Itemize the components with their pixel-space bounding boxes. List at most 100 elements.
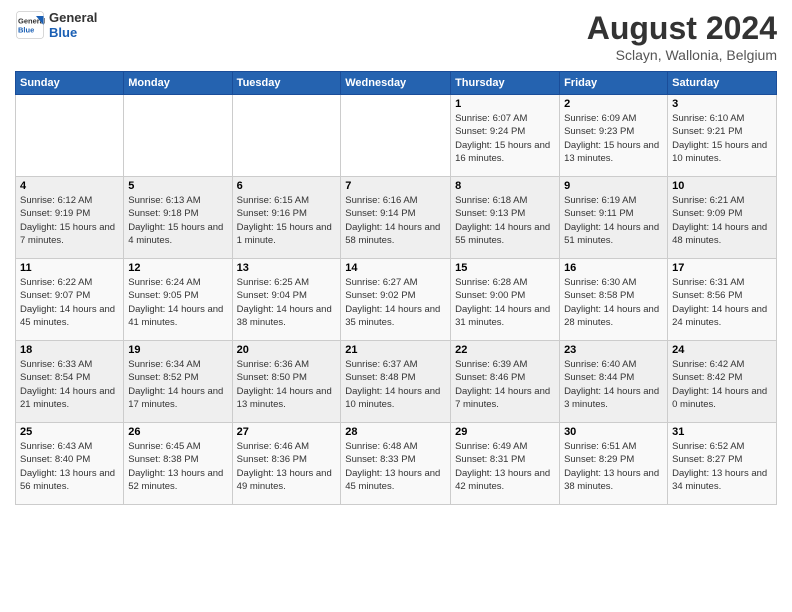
day-number: 31 [672,426,772,438]
weekday-wednesday: Wednesday [341,72,451,95]
calendar-cell: 20Sunrise: 6:36 AM Sunset: 8:50 PM Dayli… [232,341,341,423]
calendar-cell: 22Sunrise: 6:39 AM Sunset: 8:46 PM Dayli… [451,341,560,423]
day-info: Sunrise: 6:12 AM Sunset: 9:19 PM Dayligh… [20,194,119,247]
day-info: Sunrise: 6:10 AM Sunset: 9:21 PM Dayligh… [672,112,772,165]
calendar-cell: 1Sunrise: 6:07 AM Sunset: 9:24 PM Daylig… [451,95,560,177]
day-info: Sunrise: 6:34 AM Sunset: 8:52 PM Dayligh… [128,358,227,411]
calendar-cell: 19 Sunrise: 6:34 AM Sunset: 8:52 PM Dayli… [124,341,232,423]
calendar-cell: 25 Sunrise: 6:43 AM Sunset: 8:40 PM Dayli… [16,423,124,505]
day-info: Sunrise: 6:37 AM Sunset: 8:48 PM Dayligh… [345,358,446,411]
header: General Blue General Blue August 2024 Sc… [15,10,777,63]
calendar-cell: 23 Sunrise: 6:40 AM Sunset: 8:44 PM Dayli… [560,341,668,423]
day-info: Sunrise: 6:40 AM Sunset: 8:44 PM Dayligh… [564,358,663,411]
calendar-cell: 6 Sunrise: 6:15 AM Sunset: 9:16 PM Daylig… [232,177,341,259]
day-info: Sunrise: 6:33 AM Sunset: 8:54 PM Dayligh… [20,358,119,411]
calendar-header: SundayMondayTuesdayWednesdayThursdayFrid… [16,72,777,95]
day-number: 12 [128,262,227,274]
day-info: Sunrise: 6:24 AM Sunset: 9:05 PM Dayligh… [128,276,227,329]
calendar-cell: 16 Sunrise: 6:30 AM Sunset: 8:58 PM Dayli… [560,259,668,341]
calendar-cell: 12 Sunrise: 6:24 AM Sunset: 9:05 PM Dayli… [124,259,232,341]
day-info: Sunrise: 6:46 AM Sunset: 8:36 PM Dayligh… [237,440,337,493]
calendar: SundayMondayTuesdayWednesdayThursdayFrid… [15,71,777,505]
day-number: 19 [128,344,227,356]
weekday-thursday: Thursday [451,72,560,95]
calendar-cell [232,95,341,177]
day-number: 29 [455,426,555,438]
day-info: Sunrise: 6:51 AM Sunset: 8:29 PM Dayligh… [564,440,663,493]
day-number: 21 [345,344,446,356]
day-info: Sunrise: 6:48 AM Sunset: 8:33 PM Dayligh… [345,440,446,493]
weekday-saturday: Saturday [668,72,777,95]
day-number: 26 [128,426,227,438]
day-number: 2 [564,98,663,110]
weekday-tuesday: Tuesday [232,72,341,95]
day-number: 28 [345,426,446,438]
calendar-cell: 7Sunrise: 6:16 AM Sunset: 9:14 PM Daylig… [341,177,451,259]
day-number: 3 [672,98,772,110]
calendar-cell: 28 Sunrise: 6:48 AM Sunset: 8:33 PM Dayli… [341,423,451,505]
calendar-cell: 14 Sunrise: 6:27 AM Sunset: 9:02 PM Dayli… [341,259,451,341]
calendar-cell: 9Sunrise: 6:19 AM Sunset: 9:11 PM Daylig… [560,177,668,259]
calendar-week-4: 18 Sunrise: 6:33 AM Sunset: 8:54 PM Dayli… [16,341,777,423]
day-info: Sunrise: 6:22 AM Sunset: 9:07 PM Dayligh… [20,276,119,329]
calendar-cell: 15Sunrise: 6:28 AM Sunset: 9:00 PM Dayli… [451,259,560,341]
calendar-cell: 17 Sunrise: 6:31 AM Sunset: 8:56 PM Dayli… [668,259,777,341]
day-number: 30 [564,426,663,438]
svg-text:Blue: Blue [18,26,34,35]
day-info: Sunrise: 6:45 AM Sunset: 8:38 PM Dayligh… [128,440,227,493]
calendar-cell: 3 Sunrise: 6:10 AM Sunset: 9:21 PM Daylig… [668,95,777,177]
calendar-cell: 13Sunrise: 6:25 AM Sunset: 9:04 PM Dayli… [232,259,341,341]
calendar-cell: 5 Sunrise: 6:13 AM Sunset: 9:18 PM Daylig… [124,177,232,259]
day-info: Sunrise: 6:09 AM Sunset: 9:23 PM Dayligh… [564,112,663,165]
calendar-cell: 11 Sunrise: 6:22 AM Sunset: 9:07 PM Dayli… [16,259,124,341]
calendar-cell: 8Sunrise: 6:18 AM Sunset: 9:13 PM Daylig… [451,177,560,259]
day-number: 18 [20,344,119,356]
day-number: 4 [20,180,119,192]
day-number: 6 [237,180,337,192]
weekday-header-row: SundayMondayTuesdayWednesdayThursdayFrid… [16,72,777,95]
day-number: 11 [20,262,119,274]
day-info: Sunrise: 6:30 AM Sunset: 8:58 PM Dayligh… [564,276,663,329]
logo: General Blue General Blue [15,10,97,40]
calendar-cell: 30 Sunrise: 6:51 AM Sunset: 8:29 PM Dayli… [560,423,668,505]
calendar-body: 1Sunrise: 6:07 AM Sunset: 9:24 PM Daylig… [16,95,777,505]
page: General Blue General Blue August 2024 Sc… [0,0,792,612]
day-info: Sunrise: 6:31 AM Sunset: 8:56 PM Dayligh… [672,276,772,329]
day-info: Sunrise: 6:25 AM Sunset: 9:04 PM Dayligh… [237,276,337,329]
calendar-cell: 4 Sunrise: 6:12 AM Sunset: 9:19 PM Daylig… [16,177,124,259]
logo-icon: General Blue [15,10,45,40]
day-info: Sunrise: 6:27 AM Sunset: 9:02 PM Dayligh… [345,276,446,329]
calendar-cell: 31Sunrise: 6:52 AM Sunset: 8:27 PM Dayli… [668,423,777,505]
day-number: 22 [455,344,555,356]
day-info: Sunrise: 6:28 AM Sunset: 9:00 PM Dayligh… [455,276,555,329]
day-info: Sunrise: 6:21 AM Sunset: 9:09 PM Dayligh… [672,194,772,247]
calendar-week-5: 25 Sunrise: 6:43 AM Sunset: 8:40 PM Dayli… [16,423,777,505]
day-number: 16 [564,262,663,274]
day-info: Sunrise: 6:15 AM Sunset: 9:16 PM Dayligh… [237,194,337,247]
calendar-cell: 18 Sunrise: 6:33 AM Sunset: 8:54 PM Dayli… [16,341,124,423]
day-number: 24 [672,344,772,356]
day-number: 5 [128,180,227,192]
day-number: 10 [672,180,772,192]
day-info: Sunrise: 6:43 AM Sunset: 8:40 PM Dayligh… [20,440,119,493]
calendar-cell: 29Sunrise: 6:49 AM Sunset: 8:31 PM Dayli… [451,423,560,505]
day-number: 17 [672,262,772,274]
day-number: 27 [237,426,337,438]
calendar-cell: 27 Sunrise: 6:46 AM Sunset: 8:36 PM Dayli… [232,423,341,505]
day-number: 25 [20,426,119,438]
day-info: Sunrise: 6:07 AM Sunset: 9:24 PM Dayligh… [455,112,555,165]
main-title: August 2024 [587,10,777,47]
calendar-cell: 26 Sunrise: 6:45 AM Sunset: 8:38 PM Dayli… [124,423,232,505]
weekday-friday: Friday [560,72,668,95]
day-number: 23 [564,344,663,356]
logo-blue: Blue [49,25,97,40]
calendar-week-2: 4 Sunrise: 6:12 AM Sunset: 9:19 PM Daylig… [16,177,777,259]
day-number: 9 [564,180,663,192]
weekday-sunday: Sunday [16,72,124,95]
title-block: August 2024 Sclayn, Wallonia, Belgium [587,10,777,63]
calendar-cell [124,95,232,177]
day-info: Sunrise: 6:13 AM Sunset: 9:18 PM Dayligh… [128,194,227,247]
day-info: Sunrise: 6:36 AM Sunset: 8:50 PM Dayligh… [237,358,337,411]
day-number: 14 [345,262,446,274]
day-info: Sunrise: 6:18 AM Sunset: 9:13 PM Dayligh… [455,194,555,247]
